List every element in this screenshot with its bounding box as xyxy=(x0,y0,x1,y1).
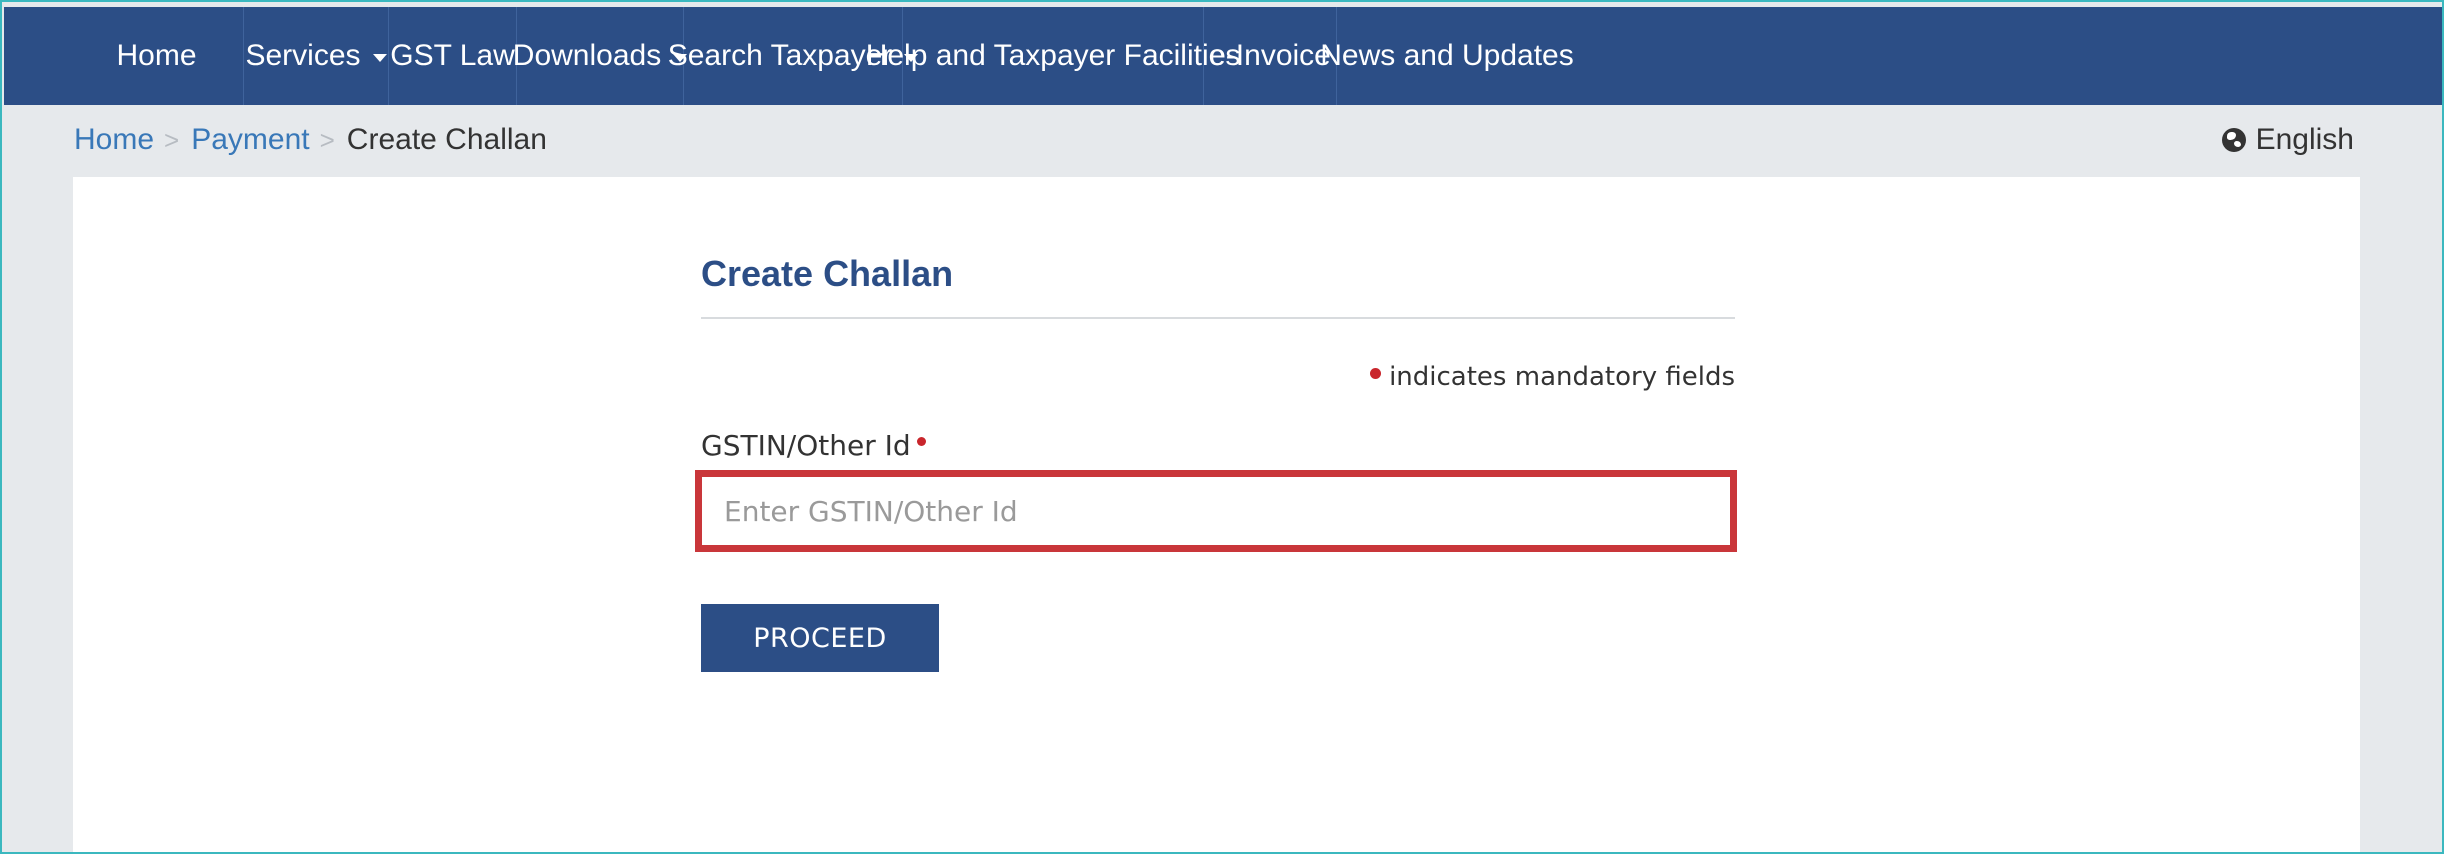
page-frame: Home Services GST Law Downloads Search T… xyxy=(0,0,2444,854)
top-nav: Home Services GST Law Downloads Search T… xyxy=(4,7,2442,105)
gstin-input[interactable] xyxy=(702,477,1730,545)
language-label: English xyxy=(2255,123,2354,156)
nav-item-label: Downloads xyxy=(512,39,662,72)
caret-down-icon xyxy=(372,54,387,62)
breadcrumb-link-home[interactable]: Home xyxy=(74,123,154,157)
nav-item-downloads[interactable]: Downloads xyxy=(513,7,688,105)
language-selector[interactable]: English xyxy=(2221,120,2354,160)
gstin-label-text: GSTIN/Other Id xyxy=(701,429,911,462)
nav-item-label: Help and Taxpayer Facilities xyxy=(865,39,1241,72)
nav-item-gst-law[interactable]: GST Law xyxy=(389,7,517,105)
breadcrumb-separator: > xyxy=(164,124,180,155)
globe-icon xyxy=(2221,128,2246,152)
nav-item-label: News and Updates xyxy=(1320,39,1574,72)
nav-item-label: Services xyxy=(245,39,361,72)
gstin-label: GSTIN/Other Id xyxy=(701,429,926,462)
nav-item-news[interactable]: News and Updates xyxy=(1320,7,1573,105)
title-divider xyxy=(701,317,1735,319)
required-dot-icon xyxy=(916,437,926,446)
nav-item-label: GST Law xyxy=(390,39,515,72)
main-panel: Create Challan indicates mandatory field… xyxy=(73,177,2360,852)
nav-item-help[interactable]: Help and Taxpayer Facilities xyxy=(866,7,1240,105)
nav-item-e-invoice[interactable]: e-Invoice xyxy=(1204,7,1337,105)
mandatory-note: indicates mandatory fields xyxy=(1370,362,1735,392)
caret-down-icon xyxy=(673,54,688,62)
gstin-input-highlight xyxy=(695,470,1737,552)
breadcrumb-link-payment[interactable]: Payment xyxy=(191,123,309,157)
nav-item-label: Home xyxy=(116,39,197,72)
page-title: Create Challan xyxy=(701,253,954,294)
breadcrumb-separator: > xyxy=(319,124,335,155)
mandatory-note-text: indicates mandatory fields xyxy=(1389,362,1735,392)
required-dot-icon xyxy=(1370,368,1382,379)
breadcrumb-current: Create Challan xyxy=(346,123,547,156)
proceed-button[interactable]: PROCEED xyxy=(701,604,939,672)
nav-item-label: Search Taxpayer xyxy=(667,39,893,72)
nav-item-services[interactable]: Services xyxy=(244,7,389,105)
caret-down-icon xyxy=(904,54,919,62)
breadcrumb: Home > Payment > Create Challan xyxy=(74,120,547,160)
nav-item-label: e-Invoice xyxy=(1209,39,1331,72)
nav-item-home[interactable]: Home xyxy=(70,7,244,105)
